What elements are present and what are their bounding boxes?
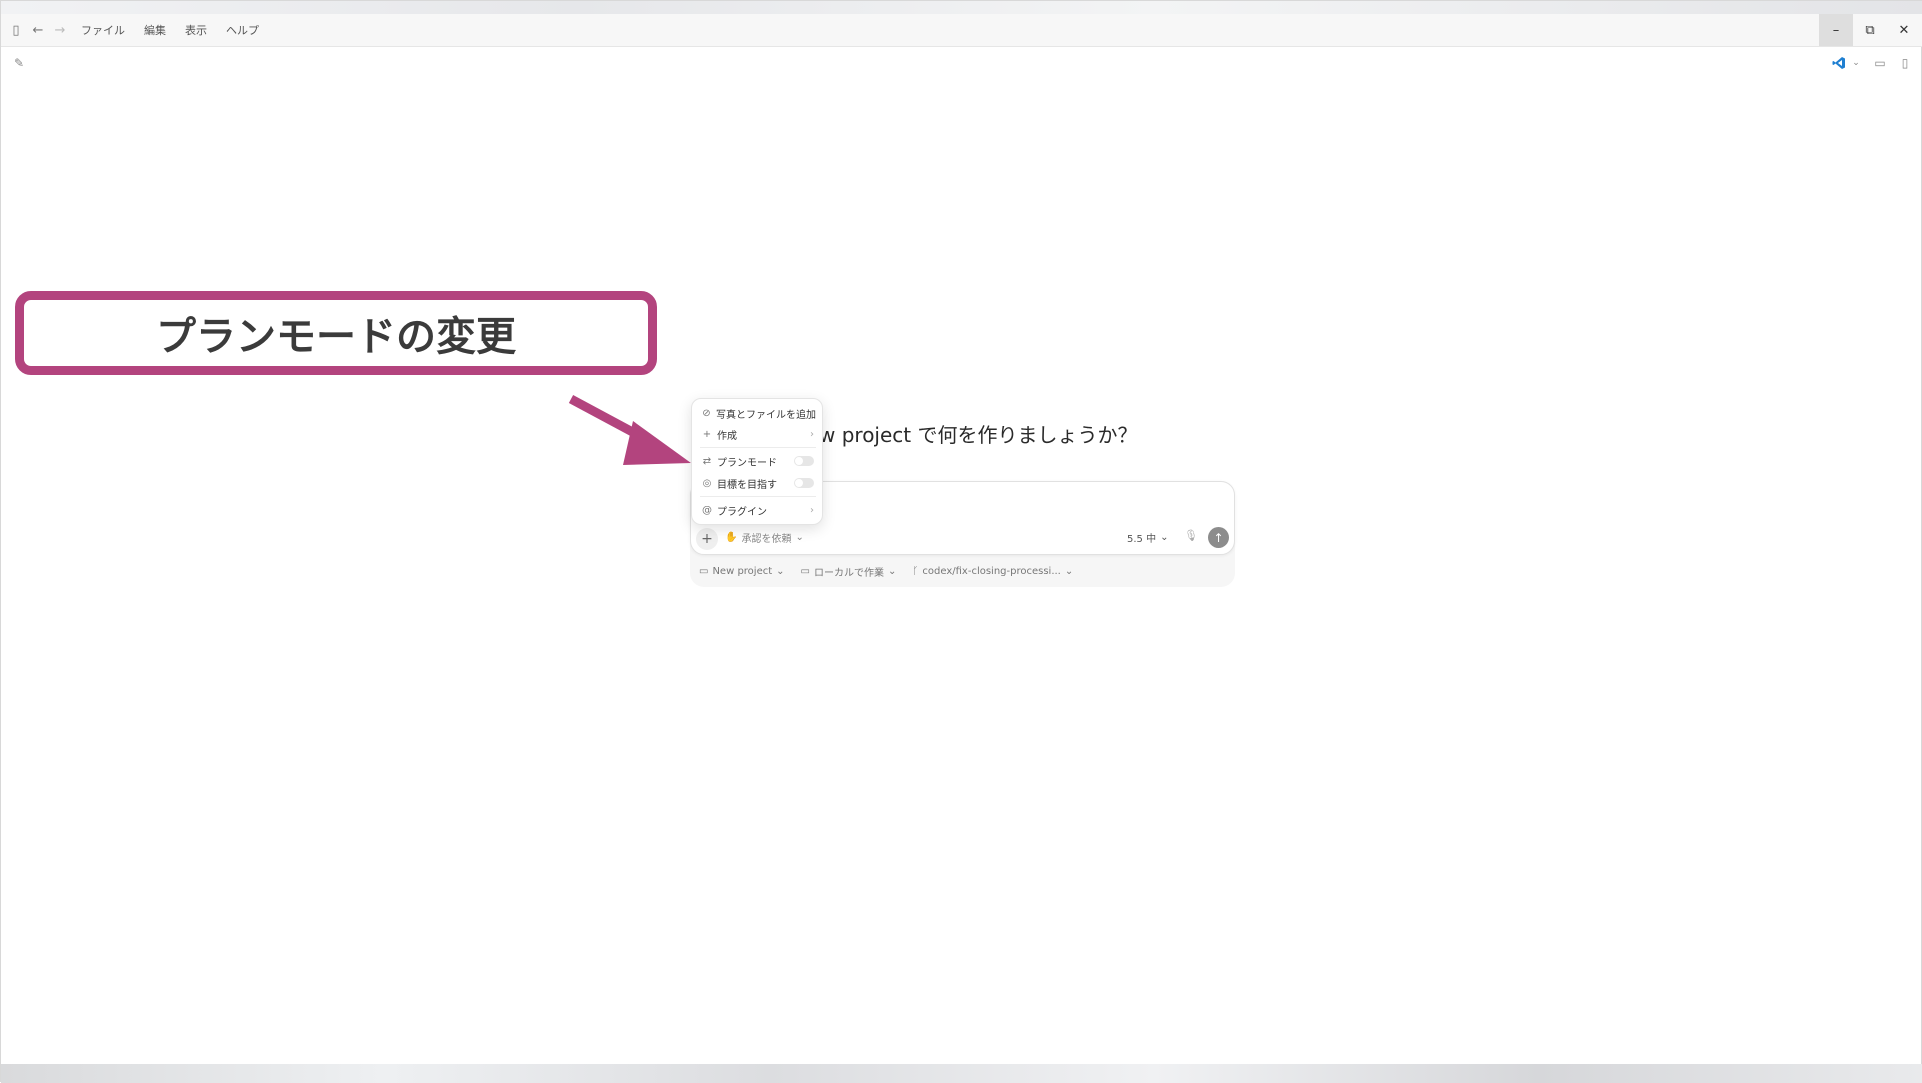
sidebar-toggle-icon[interactable]: ▯ (5, 14, 27, 46)
branch-label: codex/fix-closing-processi... (922, 566, 1061, 577)
forward-arrow-icon[interactable]: → (49, 14, 71, 46)
terminal-panel-icon[interactable]: ▭ (1870, 47, 1890, 79)
chevron-right-icon: › (810, 504, 814, 516)
chevron-down-icon: ⌄ (1064, 566, 1074, 577)
menu-view[interactable]: 表示 (185, 22, 207, 38)
paperclip-icon: ⊘ (702, 407, 711, 419)
plan-mode-icon: ⇄ (702, 455, 712, 467)
branch-selector[interactable]: ᚴ codex/fix-closing-processi... ⌄ (912, 564, 1073, 579)
microphone-icon[interactable]: 🎙 (1184, 529, 1198, 542)
branch-icon: ᚴ (912, 566, 919, 577)
menu-help[interactable]: ヘルプ (226, 22, 259, 38)
target-icon: ◎ (702, 477, 712, 489)
minimize-button[interactable]: – (1819, 14, 1853, 46)
chevron-down-icon: ⌄ (1160, 532, 1169, 543)
menu-file[interactable]: ファイル (81, 22, 125, 38)
folder-icon: ▭ (699, 566, 709, 577)
add-menu-popup: ⊘ 写真とファイルを追加 + 作成 › ⇄ プランモード ◎ 目標を目指す @ … (691, 398, 823, 525)
plugin-icon: @ (702, 504, 712, 516)
menu-item-label: プランモード (717, 457, 777, 469)
approval-dropdown[interactable]: ✋ 承認を依頼 ⌄ (725, 530, 804, 545)
menu-item-plugins[interactable]: @ プラグイン › (700, 501, 816, 519)
menu-item-label: プラグイン (717, 506, 767, 518)
project-selector[interactable]: ▭ New project ⌄ (699, 564, 785, 579)
menu-item-label: 写真とファイルを追加 (716, 409, 816, 421)
divider (700, 447, 816, 448)
vscode-icon (1832, 57, 1845, 69)
project-label: New project (712, 566, 773, 577)
chevron-down-icon: ⌄ (888, 566, 897, 577)
chevron-right-icon: › (810, 428, 814, 440)
laptop-icon: ▭ (800, 566, 810, 577)
annotation-arrow-icon (568, 395, 691, 465)
chevron-down-icon[interactable]: ⌄ (1850, 47, 1862, 79)
divider (700, 496, 816, 497)
menu-item-create[interactable]: + 作成 › (700, 425, 816, 443)
composer-footer: ▭ New project ⌄ ▭ ローカルで作業 ⌄ ᚴ codex/fix-… (699, 564, 1073, 579)
secondary-toolbar: ✎ ⌄ ▭ ▯ (1, 47, 1922, 79)
app-window: ▯ ← → ファイル 編集 表示 ヘルプ – ⧉ ✕ ✎ ⌄ ▭ ▯ w pro… (0, 0, 1922, 1083)
plan-mode-toggle[interactable] (794, 456, 814, 466)
title-bar: ▯ ← → ファイル 編集 表示 ヘルプ – ⧉ ✕ (1, 14, 1922, 47)
chevron-down-icon: ⌄ (776, 566, 785, 577)
location-selector[interactable]: ▭ ローカルで作業 ⌄ (801, 564, 897, 579)
menu-bar: ファイル 編集 表示 ヘルプ (81, 14, 278, 46)
desktop-bottom-strip (1, 1064, 1922, 1083)
add-menu-button[interactable]: + (696, 528, 718, 550)
menu-item-goal[interactable]: ◎ 目標を目指す (700, 474, 816, 492)
goal-toggle[interactable] (794, 478, 814, 488)
annotation-callout: プランモードの変更 (15, 291, 657, 375)
model-selector[interactable]: 5.5 中 ⌄ (1127, 530, 1168, 545)
callout-text: プランモードの変更 (156, 314, 516, 360)
chevron-down-icon: ⌄ (795, 532, 804, 543)
desktop-top-strip (1, 1, 1922, 14)
menu-item-add-files[interactable]: ⊘ 写真とファイルを追加 (700, 404, 816, 422)
close-button[interactable]: ✕ (1887, 14, 1921, 46)
hand-icon: ✋ (725, 532, 738, 543)
page-title: w project で何を作りましょうか？ (819, 423, 1138, 447)
model-label: 5.5 中 (1127, 534, 1157, 545)
send-button[interactable]: ↑ (1208, 527, 1229, 548)
back-arrow-icon[interactable]: ← (27, 14, 49, 46)
plus-icon: + (702, 428, 712, 440)
menu-item-label: 目標を目指す (717, 479, 777, 491)
menu-edit[interactable]: 編集 (144, 22, 166, 38)
side-panel-icon[interactable]: ▯ (1895, 47, 1915, 79)
location-label: ローカルで作業 (814, 568, 884, 579)
open-in-editor-button[interactable] (1827, 47, 1851, 79)
new-chat-icon[interactable]: ✎ (9, 47, 29, 79)
menu-item-label: 作成 (717, 430, 737, 442)
restore-button[interactable]: ⧉ (1853, 14, 1887, 46)
menu-item-plan-mode[interactable]: ⇄ プランモード (700, 452, 816, 470)
approval-label: 承認を依頼 (741, 534, 792, 545)
